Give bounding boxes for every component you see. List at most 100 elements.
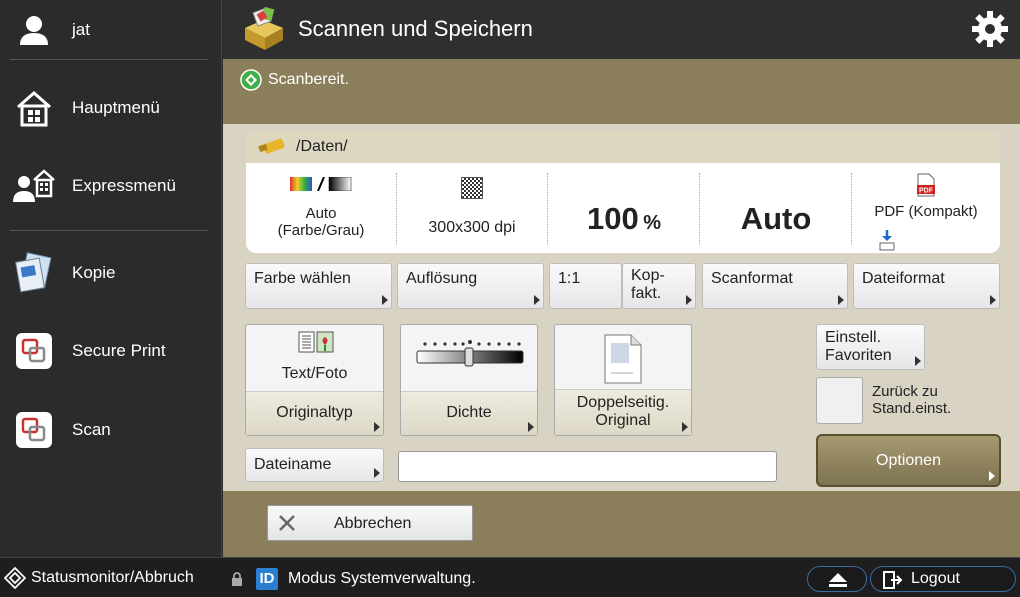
color-mode-cell: Auto (Farbe/Grau) — [246, 171, 396, 251]
density-slider-icon — [415, 339, 525, 374]
user-icon — [12, 8, 56, 52]
copy-factor-button[interactable]: Kop- fakt. — [622, 263, 696, 309]
options-button[interactable]: Optionen — [816, 434, 1001, 487]
pdf-icon: PDF — [916, 173, 936, 197]
file-format-value: PDF (Kompakt) — [874, 203, 978, 220]
express-menu-icon — [12, 164, 56, 208]
compact-download-icon — [878, 229, 896, 253]
reset-to-default-button[interactable] — [816, 377, 863, 424]
color-mode-value: Auto (Farbe/Grau) — [277, 205, 365, 239]
user-account[interactable]: jat — [0, 8, 222, 52]
duplex-original-button[interactable]: Doppelseitig. Original — [554, 324, 692, 436]
chevron-right-icon — [686, 295, 692, 305]
button-label: Dateiname — [254, 456, 332, 473]
sidebar-item-main-menu[interactable]: Hauptmenü — [0, 85, 222, 131]
resolution-icon — [461, 177, 483, 199]
button-label: Einstell. Favoriten — [825, 329, 892, 364]
home-icon — [12, 86, 56, 130]
file-format-cell: PDF PDF (Kompakt) — [852, 171, 1000, 251]
copy-ratio-value: 100 — [587, 201, 639, 236]
sidebar-item-scan[interactable]: Scan — [0, 407, 222, 453]
scan-format-cell: Auto — [700, 171, 852, 251]
resolution-value: 300x300 dpi — [428, 219, 516, 236]
ready-icon — [240, 69, 262, 96]
cancel-button[interactable]: Abbrechen — [267, 505, 473, 541]
sidebar-item-express-menu[interactable]: Expressmenü — [0, 163, 222, 209]
destination-bar[interactable]: /Daten/ — [246, 131, 1000, 163]
copy-ratio-cell: 100 % — [548, 171, 700, 251]
color-mode-icon — [290, 176, 352, 192]
gear-icon[interactable] — [971, 10, 1009, 53]
chevron-right-icon — [915, 356, 921, 366]
sidebar-item-label: Hauptmenü — [72, 98, 160, 117]
action-bar: Abbrechen — [223, 491, 1020, 557]
file-name-field[interactable] — [398, 451, 777, 482]
reset-to-default-label: Zurück zu Stand.einst. — [872, 383, 952, 417]
resolution-cell: 300x300 dpi — [397, 171, 547, 251]
page-title: Scannen und Speichern — [298, 16, 533, 41]
file-name-button[interactable]: Dateiname — [245, 448, 384, 482]
copy-icon — [12, 251, 56, 295]
button-label: Auflösung — [406, 270, 478, 287]
select-color-button[interactable]: Farbe wählen — [245, 263, 392, 309]
chevron-right-icon — [990, 295, 996, 305]
divider — [10, 230, 208, 231]
scan-format-value: Auto — [740, 201, 812, 236]
resolution-button[interactable]: Auflösung — [397, 263, 544, 309]
favorite-settings-button[interactable]: Einstell. Favoriten — [816, 324, 925, 370]
eject-button[interactable] — [807, 566, 867, 592]
scan-and-store-icon — [241, 6, 287, 57]
status-area: Scanbereit. — [223, 59, 1020, 124]
button-label: 1:1 — [558, 270, 581, 287]
sidebar-item-label: Expressmenü — [72, 176, 176, 195]
duplex-label: Doppelseitig. Original — [555, 389, 691, 435]
user-name: jat — [72, 20, 90, 39]
text-photo-icon — [298, 331, 334, 358]
divider — [10, 59, 208, 60]
scan-format-button[interactable]: Scanformat — [702, 263, 848, 309]
options-label: Optionen — [876, 452, 941, 469]
status-monitor-icon — [3, 566, 27, 594]
main-area: /Daten/ Auto (Farbe/Grau) 300x300 dpi 10… — [223, 124, 1020, 557]
original-type-button[interactable]: Text/Foto Originaltyp — [245, 324, 384, 436]
sidebar-item-label: Kopie — [72, 263, 116, 282]
original-type-value: Text/Foto — [281, 365, 348, 382]
logout-button[interactable]: Logout — [870, 566, 1016, 592]
chevron-right-icon — [838, 295, 844, 305]
original-type-label: Originaltyp — [246, 391, 383, 435]
logout-label: Logout — [911, 570, 960, 587]
header: Scannen und Speichern — [223, 0, 1020, 59]
destination-path: /Daten/ — [296, 138, 348, 155]
sidebar: jat Hauptmenü Expressmenü Kopie Secure P… — [0, 0, 222, 557]
button-label: Farbe wählen — [254, 270, 351, 287]
id-badge-icon: ID — [256, 568, 278, 590]
sidebar-item-secure-print[interactable]: Secure Print — [0, 328, 222, 374]
copy-ratio-unit: % — [643, 212, 661, 234]
status-monitor-label: Statusmonitor/Abbruch — [31, 569, 194, 586]
close-icon — [278, 514, 296, 537]
status-text: Scanbereit. — [268, 71, 349, 88]
mode-text: Modus Systemverwaltung. — [288, 570, 476, 587]
status-monitor-button[interactable]: Statusmonitor/Abbruch — [0, 558, 222, 597]
eject-icon — [828, 572, 848, 593]
sidebar-item-copy[interactable]: Kopie — [0, 250, 222, 296]
button-label: Kop- fakt. — [631, 267, 665, 302]
density-label: Dichte — [401, 391, 537, 435]
sidebar-item-label: Scan — [72, 420, 111, 439]
file-format-button[interactable]: Dateiformat — [853, 263, 1000, 309]
density-button[interactable]: Dichte — [400, 324, 538, 436]
logout-icon — [883, 571, 903, 594]
chevron-right-icon — [528, 422, 534, 432]
chevron-right-icon — [374, 468, 380, 478]
chevron-right-icon — [682, 422, 688, 432]
scan-icon — [12, 408, 56, 452]
lock-icon — [231, 572, 243, 591]
chevron-right-icon — [989, 471, 995, 481]
secure-print-icon — [12, 329, 56, 373]
chevron-right-icon — [374, 422, 380, 432]
ratio-1-1-button[interactable]: 1:1 — [549, 263, 622, 309]
cancel-label: Abbrechen — [334, 515, 412, 532]
duplex-page-icon — [603, 333, 643, 390]
settings-summary-panel: /Daten/ Auto (Farbe/Grau) 300x300 dpi 10… — [246, 131, 1000, 253]
chevron-right-icon — [382, 295, 388, 305]
